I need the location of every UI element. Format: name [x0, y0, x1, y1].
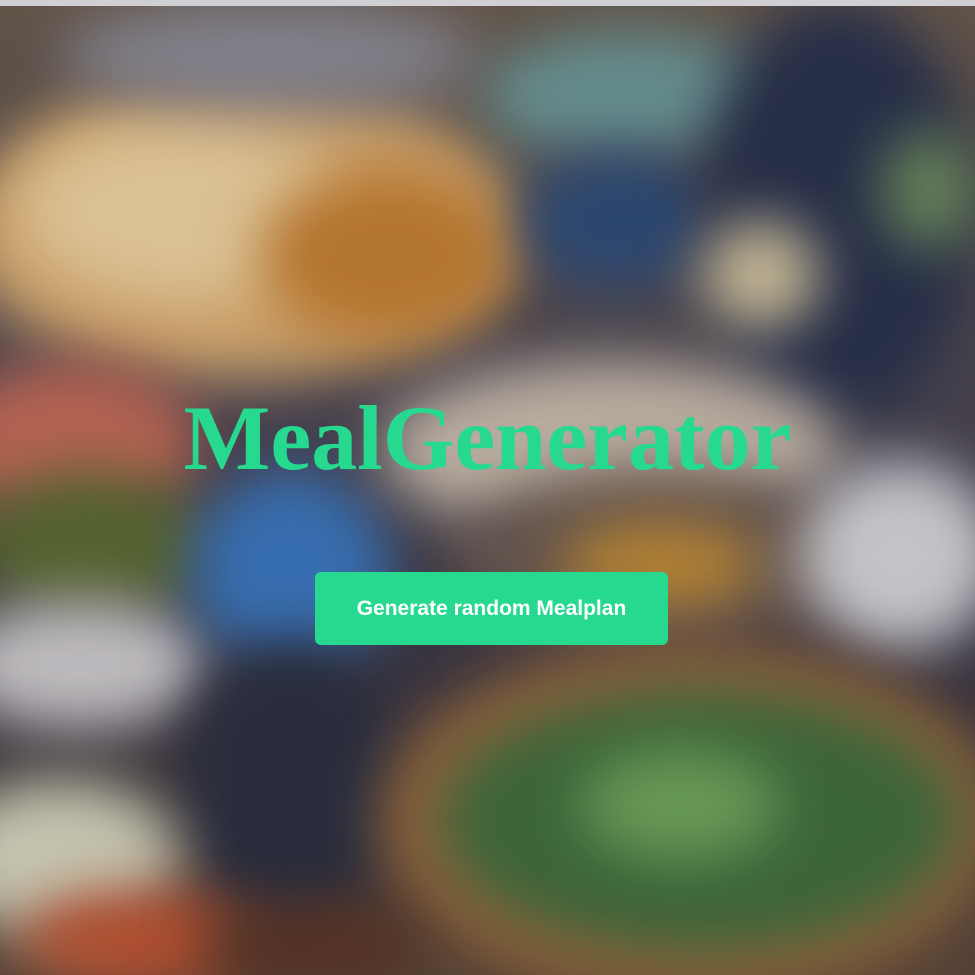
- hero-content: MealGenerator Generate random Mealplan: [0, 0, 975, 975]
- page-title: MealGenerator: [183, 387, 792, 489]
- generate-mealplan-button[interactable]: Generate random Mealplan: [315, 572, 668, 645]
